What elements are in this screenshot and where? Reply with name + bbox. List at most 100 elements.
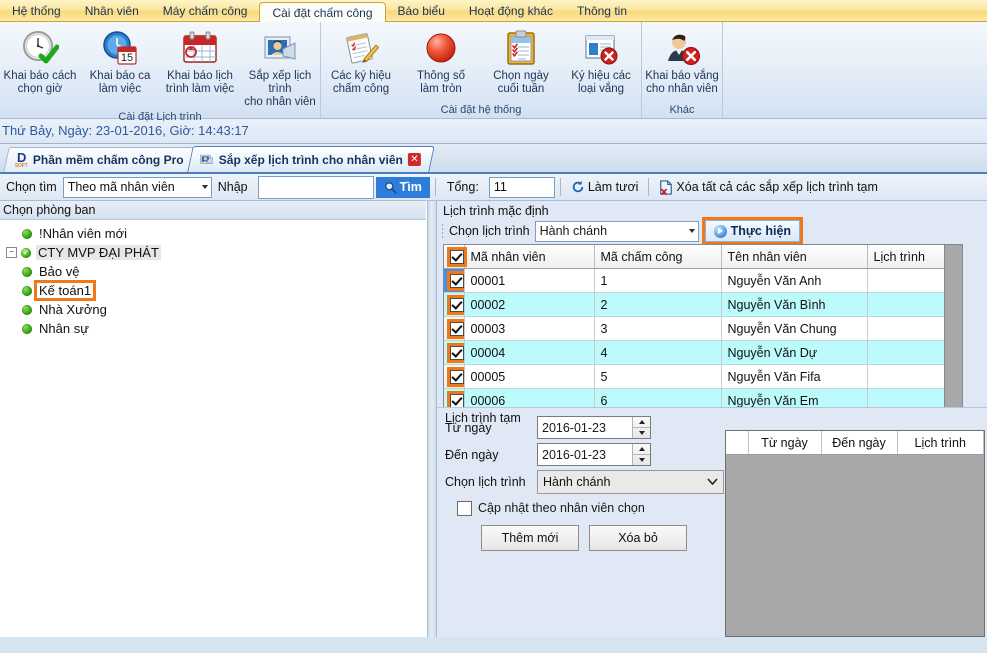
green-bullet-icon (22, 304, 32, 315)
search-input[interactable] (257, 175, 374, 199)
row-checkbox[interactable] (447, 390, 463, 411)
row-checkbox-cell[interactable] (444, 340, 465, 365)
cell-ma-nhan-vien: 00005 (464, 364, 595, 389)
toolbar-divider-2 (559, 178, 561, 196)
table-row[interactable]: 00002 2 Nguyễn Văn Bình (444, 292, 962, 317)
select-all-header[interactable] (444, 245, 467, 269)
doc-tab-sap-xep-lich-trinh[interactable]: Sắp xếp lịch trình cho nhân viên ✕ (187, 146, 436, 172)
to-date-spinner[interactable] (632, 444, 650, 465)
application-window: Hệ thống Nhân viên Máy chấm công Cài đặt… (0, 0, 987, 653)
execute-button[interactable]: Thực hiện (701, 217, 804, 245)
doc-tab-main[interactable]: D SOFT Phần mềm chấm công Pro (3, 147, 197, 172)
spinner-up-icon[interactable] (633, 444, 650, 455)
add-new-button[interactable]: Thêm mới (481, 525, 579, 551)
tree-node-bao-ve[interactable]: Bảo vệ (4, 262, 426, 281)
ribbon-button-thong-so-lam-tron[interactable]: Thông số làm tròn (401, 26, 481, 96)
default-schedule-title: Lịch trình mặc định (443, 204, 549, 218)
tree-node-cty-mvp-dai-phat[interactable]: − ✓ CTY MVP ĐẠI PHÁT (4, 243, 426, 262)
search-criteria-label: Chọn tìm (6, 180, 57, 194)
ribbon-button-khai-bao-cach-chon-gio[interactable]: Khai báo cách chọn giờ (0, 26, 80, 96)
column-header-ma-nhan-vien[interactable]: Mã nhân viên (464, 245, 595, 269)
tree-node-ke-toan1[interactable]: Kế toán1 (4, 280, 426, 301)
ribbon-button-ky-hieu-cac-loai-vang[interactable]: Ký hiệu các loại vắng (561, 26, 641, 96)
schedule-panel: Lịch trình mặc định Chọn lịch trình Hành… (437, 201, 987, 637)
spinner-down-icon[interactable] (633, 428, 650, 438)
menu-item-nhan-vien[interactable]: Nhân viên (73, 0, 151, 21)
tree-node-nha-xuong[interactable]: Nhà Xưởng (4, 300, 426, 319)
menu-item-may-cham-cong[interactable]: Máy chấm công (151, 0, 260, 21)
row-checkbox-cell[interactable] (444, 292, 465, 317)
department-panel: Chọn phòng ban !Nhân viên mới − ✓ CTY MV… (0, 201, 427, 637)
from-date-row: Từ ngày 2016-01-23 (445, 414, 730, 441)
tree-node-nhan-vien-moi[interactable]: !Nhân viên mới (4, 224, 426, 243)
clear-temp-schedules-button[interactable]: Xóa tất cả các sắp xếp lịch trình tạm (654, 176, 883, 198)
temp-column-header-tu-ngay[interactable]: Từ ngày (748, 431, 822, 455)
temp-schedule-grid[interactable]: Từ ngày Đến ngày Lịch trình (725, 430, 985, 637)
cell-ten-nhan-vien: Nguyễn Văn Chung (721, 316, 868, 341)
ribbon-button-cac-ky-hieu-cham-cong[interactable]: Các ký hiệu chấm công (321, 26, 401, 96)
search-criteria-select[interactable]: Theo mã nhân viên (62, 176, 212, 198)
table-row[interactable]: 00005 5 Nguyễn Văn Fifa (444, 364, 962, 389)
row-checkbox[interactable] (447, 318, 463, 339)
menu-item-bao-bieu[interactable]: Báo biểu (386, 0, 457, 21)
menu-item-thong-tin[interactable]: Thông tin (565, 0, 639, 21)
column-header-ten-nhan-vien[interactable]: Tên nhân viên (721, 245, 868, 269)
default-schedule-label: Chọn lịch trình (449, 224, 530, 238)
main-menu-bar: Hệ thống Nhân viên Máy chấm công Cài đặt… (0, 0, 987, 22)
row-checkbox[interactable] (447, 294, 463, 315)
ribbon-button-sap-xep-lich-trinh[interactable]: Sắp xếp lịch trình cho nhân viên (240, 26, 320, 109)
spinner-up-icon[interactable] (633, 417, 650, 428)
red-sphere-icon (422, 28, 460, 68)
menu-item-he-thong[interactable]: Hệ thống (0, 0, 73, 21)
delete-button[interactable]: Xóa bỏ (589, 525, 687, 551)
to-date-stepper[interactable]: 2016-01-23 (537, 443, 651, 466)
row-checkbox-cell[interactable] (444, 268, 465, 293)
row-checkbox-cell[interactable] (444, 364, 465, 389)
cell-ma-cham-cong: 3 (594, 316, 722, 341)
department-panel-title: Chọn phòng ban (0, 201, 426, 220)
select-all-checkbox[interactable] (447, 246, 467, 267)
table-row[interactable]: 00001 1 Nguyễn Văn Anh (444, 268, 962, 293)
ribbon-button-khai-bao-vang-cho-nhan-vien[interactable]: Khai báo vắng cho nhân viên (642, 26, 722, 96)
ribbon-group-khac: Khai báo vắng cho nhân viên Khác (642, 22, 723, 118)
close-icon[interactable]: ✕ (408, 153, 422, 166)
row-checkbox[interactable] (447, 342, 463, 363)
update-by-selected-checkbox[interactable] (457, 500, 472, 516)
row-checkbox-cell[interactable] (444, 316, 465, 341)
update-by-selected-row[interactable]: Cập nhật theo nhân viên chọn (445, 495, 730, 521)
ribbon-button-label: Ký hiệu các loại vắng (571, 70, 631, 95)
ribbon-button-khai-bao-lich-trinh-lam-viec[interactable]: Khai báo lịch trình làm việc (160, 26, 240, 96)
column-header-ma-cham-cong[interactable]: Mã chấm công (594, 245, 722, 269)
ribbon-group-label: Cài đặt Lịch trình (118, 111, 202, 123)
toolbar-grip[interactable] (441, 223, 445, 239)
cell-ma-cham-cong: 4 (594, 340, 722, 365)
cell-ma-cham-cong: 1 (594, 268, 722, 293)
tree-node-nhan-su[interactable]: Nhân sự (4, 319, 426, 338)
collapse-icon[interactable]: − (6, 247, 17, 258)
default-schedule-select[interactable]: Hành chánh (534, 220, 699, 242)
user-delete-icon (663, 28, 701, 68)
temp-column-header-lich-trinh[interactable]: Lịch trình (897, 431, 984, 455)
total-label: Tổng: (446, 180, 479, 194)
temp-schedule-select[interactable]: Hành chánh (537, 469, 724, 494)
find-button[interactable]: Tìm (375, 176, 430, 198)
department-tree: !Nhân viên mới − ✓ CTY MVP ĐẠI PHÁT Bảo … (0, 220, 426, 338)
menu-item-hoat-dong-khac[interactable]: Hoạt động khác (457, 0, 565, 21)
search-toolbar: Chọn tìm Theo mã nhân viên Nhập Tìm Tổng… (0, 174, 987, 201)
update-by-selected-label: Cập nhật theo nhân viên chọn (478, 501, 645, 515)
table-row[interactable]: 00004 4 Nguyễn Văn Dự (444, 340, 962, 365)
cell-ma-nhan-vien: 00003 (464, 316, 595, 341)
temp-schedule-select-row: Chọn lịch trình Hành chánh (445, 468, 730, 495)
from-date-spinner[interactable] (632, 417, 650, 438)
row-checkbox[interactable] (447, 366, 463, 387)
ribbon-button-chon-ngay-cuoi-tuan[interactable]: Chọn ngày cuối tuần (481, 26, 561, 96)
row-checkbox[interactable] (447, 270, 463, 291)
table-row[interactable]: 00003 3 Nguyễn Văn Chung (444, 316, 962, 341)
spinner-down-icon[interactable] (633, 455, 650, 465)
ribbon-button-khai-bao-ca-lam-viec[interactable]: 15 Khai báo ca làm việc (80, 26, 160, 96)
temp-column-header-den-ngay[interactable]: Đến ngày (821, 431, 898, 455)
refresh-button[interactable]: Làm tươi (566, 176, 644, 198)
from-date-stepper[interactable]: 2016-01-23 (537, 416, 651, 439)
panel-splitter[interactable] (427, 201, 437, 637)
menu-item-cai-dat-cham-cong[interactable]: Cài đặt chấm công (259, 2, 386, 22)
